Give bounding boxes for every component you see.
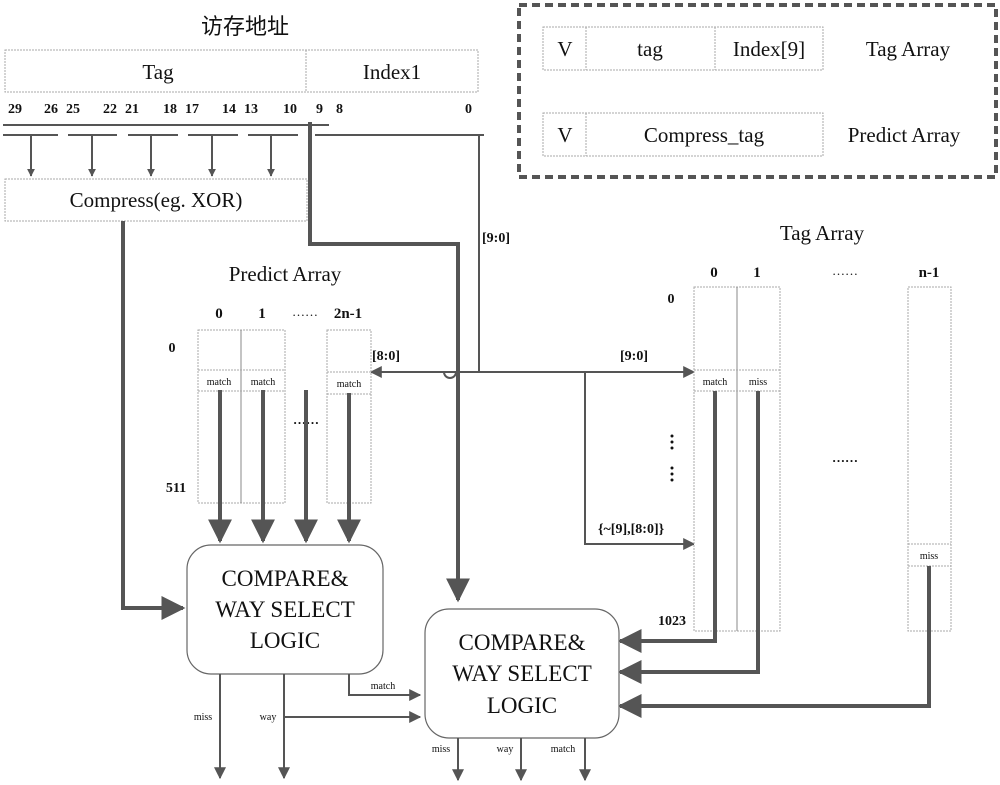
address-title: 访存地址 (201, 14, 289, 39)
compare-label-line: LOGIC (250, 628, 320, 653)
compress-input-arrows (27, 135, 275, 177)
predict-array-title: Predict Array (229, 262, 342, 286)
legend-tag-v: V (557, 37, 572, 61)
bit-label: 21 (125, 102, 139, 117)
signal-miss: miss (194, 712, 212, 723)
bit-label: 26 (44, 102, 58, 117)
signal-way: way (260, 712, 277, 723)
predict-row-first: 0 (169, 341, 176, 356)
predict-col-label: 2n-1 (334, 306, 362, 322)
compress-label: Compress(eg. XOR) (70, 188, 243, 212)
tag-row-first: 0 (668, 292, 675, 307)
predict-col-label: 0 (215, 306, 223, 322)
tag-col-label: n-1 (919, 265, 940, 281)
tag-mid-ellipsis: …… (832, 450, 858, 465)
compare-label-line: COMPARE& (222, 566, 349, 591)
tag-array-grid (693, 286, 952, 632)
tag-cell-miss: miss (920, 551, 938, 562)
signal-match: match (551, 744, 575, 755)
legend-compress-tag-field: Compress_tag (644, 123, 765, 147)
bus-index-label: [9:0] (482, 231, 510, 246)
tag-array-title: Tag Array (780, 221, 865, 245)
bit-label: 13 (244, 102, 258, 117)
legend: V tag Index[9] Tag Array V Compress_tag … (517, 3, 998, 179)
index-bus (369, 135, 696, 550)
signal-way: way (497, 744, 514, 755)
bit-label: 14 (222, 102, 236, 117)
legend-predict-array-name: Predict Array (848, 123, 961, 147)
predict-col-ellipsis: …… (292, 304, 318, 319)
tag-col-ellipsis: …… (832, 263, 858, 278)
tag-index-alt-label: {~[9],[8:0]} (598, 522, 665, 537)
tag-cell-miss: miss (749, 377, 767, 388)
bit-label: 8 (336, 102, 343, 117)
bit-label: 29 (8, 102, 22, 117)
bit-label: 25 (66, 102, 80, 117)
bit-label: 9 (316, 102, 323, 117)
tag-row-last: 1023 (658, 614, 686, 629)
index-field-label: Index1 (363, 60, 421, 84)
cache-way-prediction-diagram: 访存地址 Tag Index1 29 26 25 22 21 18 17 14 … (3, 3, 998, 782)
tag-vertical-ellipsis (670, 434, 674, 482)
tag-col-label: 1 (753, 265, 761, 281)
compress-output-line (121, 221, 186, 620)
tag-index-label: [9:0] (620, 349, 648, 364)
bit-label: 18 (163, 102, 177, 117)
predict-col-label: 1 (258, 306, 266, 322)
compare-label-line: WAY SELECT (215, 597, 355, 622)
tag-cell-match: match (703, 377, 727, 388)
predict-index-label: [8:0] (372, 349, 400, 364)
signal-match: match (371, 681, 395, 692)
bit-labels: 29 26 25 22 21 18 17 14 13 10 9 8 0 (8, 102, 472, 117)
compare-label-line: COMPARE& (459, 630, 586, 655)
address-bus (3, 124, 484, 136)
predict-array-grid (197, 329, 372, 504)
signal-miss: miss (432, 744, 450, 755)
legend-tag-field: tag (637, 37, 663, 61)
compare-label-line: LOGIC (487, 693, 557, 718)
legend-index-field: Index[9] (733, 37, 805, 61)
predict-cell-match: match (251, 377, 275, 388)
tag-field-label: Tag (142, 60, 174, 84)
legend-tag-array-name: Tag Array (866, 37, 951, 61)
tag-col-label: 0 (710, 265, 718, 281)
predict-cell-match: match (337, 379, 361, 390)
legend-predict-v: V (557, 123, 572, 147)
bit-label: 17 (185, 102, 199, 117)
predict-row-last: 511 (166, 481, 186, 496)
compare-label-line: WAY SELECT (452, 661, 592, 686)
bit-label: 0 (465, 102, 472, 117)
bit-label: 22 (103, 102, 117, 117)
predict-cell-match: match (207, 377, 231, 388)
bit-label: 10 (283, 102, 297, 117)
